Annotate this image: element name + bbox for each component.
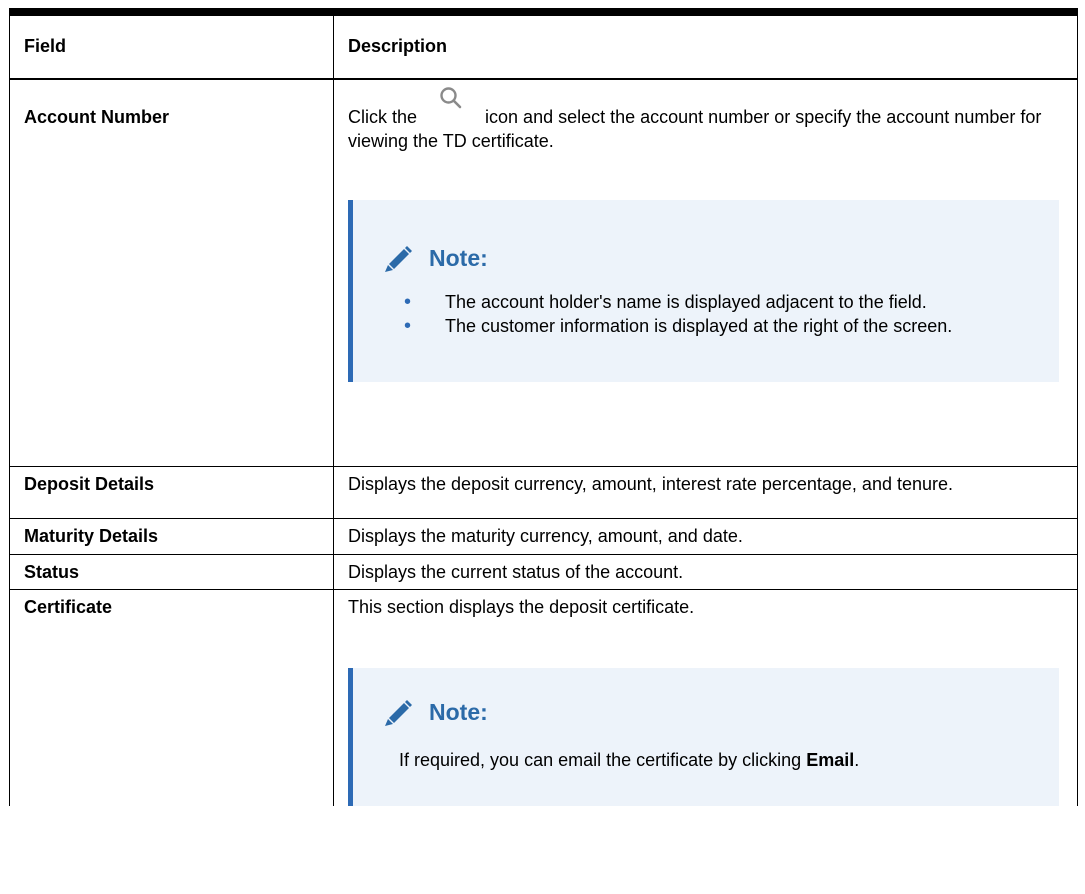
bullet-icon: •: [404, 315, 412, 337]
document-page: Field Description Account Number Click t…: [0, 0, 1085, 894]
note-item-text: The account holder's name is displayed a…: [445, 292, 927, 312]
table-row: Certificate This section displays the de…: [9, 588, 1078, 806]
note-heading: Note:: [383, 244, 1039, 272]
table-row: Maturity Details Displays the maturity c…: [9, 517, 1078, 555]
account-number-text: Click the icon and select the account num…: [348, 87, 1063, 152]
description-account-number: Click the icon and select the account num…: [333, 78, 1078, 467]
note-body-end: .: [854, 749, 860, 770]
pencil-icon: [383, 244, 413, 272]
search-icon: [425, 87, 477, 131]
description-deposit-details: Displays the deposit currency, amount, i…: [333, 465, 1078, 519]
note-heading: Note:: [383, 698, 1039, 726]
field-deposit-details: Deposit Details: [9, 465, 334, 519]
note-box: Note: • The account holder's name is disp…: [348, 200, 1059, 382]
desc-prefix: Click the: [348, 107, 418, 127]
email-keyword: Email: [806, 749, 855, 770]
note-title: Note:: [429, 245, 488, 271]
field-maturity-details: Maturity Details: [9, 517, 334, 555]
note-title: Note:: [429, 698, 488, 725]
bullet-icon: •: [404, 291, 412, 313]
table-row: Account Number Click the icon and select …: [9, 78, 1078, 467]
note-body-text: If required, you can email the certifica…: [399, 749, 807, 770]
field-certificate: Certificate: [9, 588, 334, 806]
note-item-text: The customer information is displayed at…: [445, 316, 953, 336]
table-row: Status Displays the current status of th…: [9, 553, 1078, 590]
field-account-number: Account Number: [9, 78, 334, 467]
note-box: Note: If required, you can email the cer…: [348, 667, 1059, 806]
field-description-table: Field Description Account Number Click t…: [9, 8, 1078, 806]
description-maturity-details: Displays the maturity currency, amount, …: [333, 517, 1078, 555]
header-description: Description: [333, 8, 1078, 80]
list-item: • The customer information is displayed a…: [404, 316, 1039, 337]
note-list: • The account holder's name is displayed …: [383, 292, 1039, 337]
header-field: Field: [9, 8, 334, 80]
description-status: Displays the current status of the accou…: [333, 553, 1078, 590]
description-certificate: This section displays the deposit certif…: [333, 588, 1078, 806]
table-row: Deposit Details Displays the deposit cur…: [9, 465, 1078, 519]
table-header-row: Field Description: [9, 8, 1078, 80]
note-body: If required, you can email the certifica…: [383, 750, 1039, 771]
certificate-text: This section displays the deposit certif…: [348, 596, 695, 617]
pencil-icon: [383, 698, 413, 726]
list-item: • The account holder's name is displayed …: [404, 292, 1039, 313]
field-status: Status: [9, 553, 334, 590]
